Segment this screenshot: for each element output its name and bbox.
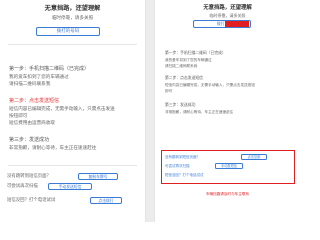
step1-line-1: 我的爱车扣到了您的车辆通过: [9, 75, 69, 80]
screenshot-gap: [146, 0, 154, 222]
step3-line-1: 非常抱歉，请耐心等待，车主正在速速赶往: [9, 146, 97, 151]
redacted-number: [225, 21, 249, 27]
step1-line-2: 请扫描二维码联系我: [9, 82, 51, 87]
right-phone-screen: 无意挡路，还望理解 临时停靠，请多关照 拨打1 第一步：手机扫描二维码（已完成）…: [154, 0, 300, 222]
footer-question-2: 可尝试再次扫描: [165, 164, 190, 168]
page-title: 无意挡路，还望理解: [44, 5, 101, 12]
step2-line-1: 短信内容已编辑完成，无需手动输入，只需点击发送按钮: [165, 83, 255, 87]
page-title: 无意挡路，还望理解: [203, 5, 252, 11]
footer-question-2: 可尝试再次扫描: [7, 184, 38, 189]
step3-title: 第三步：发送成功: [9, 137, 50, 143]
step3-line-1: 非常抱歉，请耐心等待，车主正在速速赶往: [165, 110, 234, 114]
step1-title: 第一步：手机扫描二维码（已完成）: [9, 66, 90, 72]
step1-title: 第一步：手机扫描二维码（已完成）: [165, 50, 226, 55]
step2-title: 第二步：点击发送短信: [9, 98, 60, 104]
step1-line-2: 请扫描二维码联系我: [165, 64, 198, 68]
footer-question-1: 没有跳转到短信页面？: [7, 174, 51, 179]
copy-button[interactable]: 点击复制: [241, 154, 267, 160]
step2-title: 第二步：点击发送短信: [165, 75, 203, 80]
footer-question-1: 没有跳转到短信页面？: [165, 155, 200, 159]
step2-line-3: 短信费用由运营商收取: [9, 121, 55, 126]
page-subtitle: 临时停靠，请多关照: [51, 16, 94, 21]
divider: [8, 165, 137, 166]
divider: [8, 44, 137, 45]
step2-line-1: 短信内容已编辑完成，无需手动输入，只需点击发送: [9, 107, 115, 112]
manual-sms-button[interactable]: 手动发送短信: [48, 183, 92, 190]
step2-line-2: 按钮即可: [9, 114, 28, 119]
footer-question-3: 短信没回？打个电话试试: [7, 198, 56, 203]
step2-line-2: 即可: [165, 89, 173, 93]
left-phone-screen: 无意挡路，还望理解 临时停靠，请多关照 拨打的号码 第一步：手机扫描二维码（已完…: [0, 0, 146, 222]
step3-title: 第三步：发送成功: [165, 102, 196, 107]
footer-question-3: 短信没回？打个电话试试: [165, 173, 204, 177]
manual-sms-button[interactable]: 手动发短信: [215, 163, 243, 169]
call-number-button[interactable]: 拨打的号码: [36, 27, 100, 36]
step1-line-1: 我的爱车扣到了您的车辆通过: [165, 58, 212, 62]
call-button[interactable]: 点击拨打: [90, 197, 122, 204]
warning-text: 车辆挡路请及时与车主联系: [205, 192, 250, 196]
page-subtitle: 临时停靠，请多关照: [209, 13, 246, 18]
copy-plate-button[interactable]: 复制车牌号: [78, 173, 118, 180]
